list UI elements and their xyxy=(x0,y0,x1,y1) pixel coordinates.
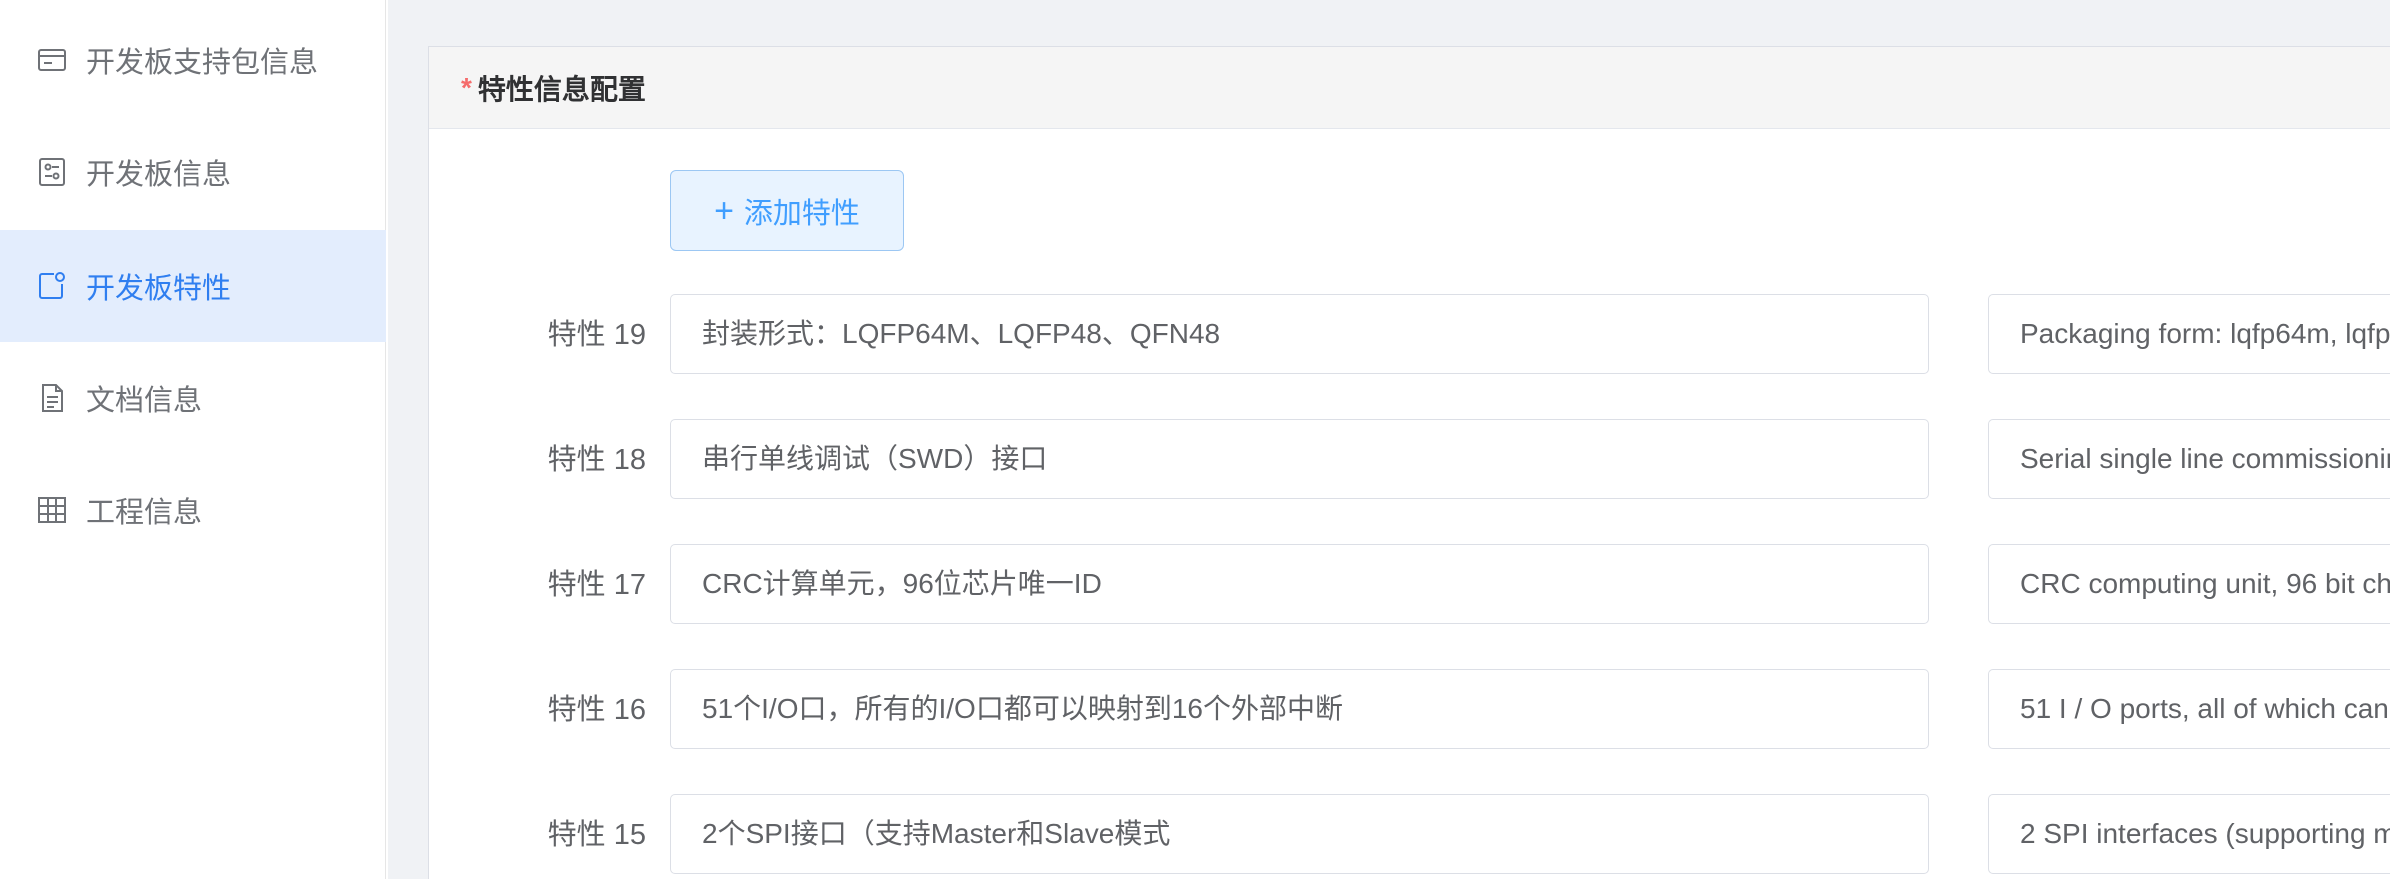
document-icon xyxy=(36,382,68,414)
add-feature-button[interactable]: + 添加特性 xyxy=(670,170,904,251)
plus-icon: + xyxy=(714,191,734,230)
feature-icon xyxy=(36,270,68,302)
feature-en-input[interactable]: 2 SPI interfaces (supporting m xyxy=(1988,794,2390,874)
feature-cn-input[interactable]: 封装形式：LQFP64M、LQFP48、QFN48 xyxy=(670,294,1929,374)
feature-en-input[interactable]: Serial single line commissionin xyxy=(1988,419,2390,499)
sidebar-item-doc-info[interactable]: 文档信息 xyxy=(0,342,386,454)
sidebar-item-label: 开发板特性 xyxy=(86,273,232,305)
feature-cn-input[interactable]: 51个I/O口，所有的I/O口都可以映射到16个外部中断 xyxy=(670,669,1929,749)
feature-label: 特性 15 xyxy=(547,819,646,851)
feature-label: 特性 17 xyxy=(547,569,646,601)
feature-en-input[interactable]: 51 I / O ports, all of which can xyxy=(1988,669,2390,749)
settings-panel-icon xyxy=(36,156,68,188)
grid-table-icon xyxy=(36,494,68,526)
panel-header: * 特性信息配置 xyxy=(429,47,2390,129)
feature-row: 特性 17 CRC计算单元，96位芯片唯一ID CRC computing un… xyxy=(428,544,2390,626)
sidebar-item-label: 开发板支持包信息 xyxy=(86,47,319,79)
sidebar-item-board-features[interactable]: 开发板特性 xyxy=(0,230,386,342)
feature-label: 特性 19 xyxy=(547,319,646,351)
sidebar-item-project-info[interactable]: 工程信息 xyxy=(0,454,386,566)
feature-cn-input[interactable]: 串行单线调试（SWD）接口 xyxy=(670,419,1929,499)
feature-row: 特性 16 51个I/O口，所有的I/O口都可以映射到16个外部中断 51 I … xyxy=(428,669,2390,751)
required-mark: * xyxy=(461,71,472,103)
feature-cn-input[interactable]: 2个SPI接口（支持Master和Slave模式 xyxy=(670,794,1929,874)
feature-en-input[interactable]: Packaging form: lqfp64m, lqfp xyxy=(1988,294,2390,374)
panel-title: 特性信息配置 xyxy=(477,73,646,105)
add-feature-button-label: 添加特性 xyxy=(743,197,860,230)
feature-row: 特性 15 2个SPI接口（支持Master和Slave模式 2 SPI int… xyxy=(428,794,2390,876)
feature-label: 特性 18 xyxy=(547,444,646,476)
sidebar-item-label: 工程信息 xyxy=(86,497,203,529)
sidebar: 开发板支持包信息 开发板信息 开发板特性 文档信息 工程信息 xyxy=(0,0,386,879)
card-icon xyxy=(36,44,68,76)
sidebar-item-label: 开发板信息 xyxy=(86,159,232,191)
sidebar-item-label: 文档信息 xyxy=(86,385,203,417)
feature-row: 特性 19 封装形式：LQFP64M、LQFP48、QFN48 Packagin… xyxy=(428,294,2390,376)
feature-en-input[interactable]: CRC computing unit, 96 bit ch xyxy=(1988,544,2390,624)
feature-row: 特性 18 串行单线调试（SWD）接口 Serial single line c… xyxy=(428,419,2390,501)
sidebar-item-board-info[interactable]: 开发板信息 xyxy=(0,116,386,228)
sidebar-item-bsp-info[interactable]: 开发板支持包信息 xyxy=(0,4,386,116)
feature-cn-input[interactable]: CRC计算单元，96位芯片唯一ID xyxy=(670,544,1929,624)
feature-label: 特性 16 xyxy=(547,694,646,726)
